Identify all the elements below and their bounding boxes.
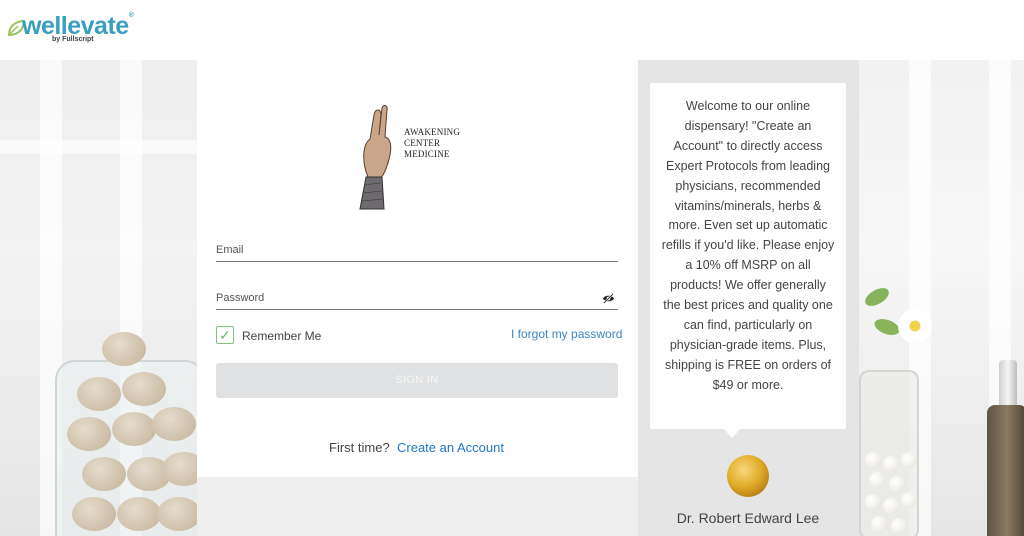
- hand-icon: [359, 105, 392, 210]
- password-label: Password: [216, 292, 265, 304]
- welcome-message-text: Welcome to our online dispensary! "Creat…: [661, 99, 835, 392]
- background-image-right: [859, 60, 1024, 536]
- login-panel-footer: [197, 477, 638, 536]
- pill-jar: [55, 332, 197, 536]
- email-label: Email: [216, 244, 244, 256]
- bottle: [987, 405, 1024, 536]
- checkmark-icon: ✓: [219, 327, 231, 343]
- top-bar: wellevate® by Fullscript: [0, 0, 1024, 60]
- wellevate-logo[interactable]: wellevate® by Fullscript: [6, 10, 136, 50]
- background-image-left: [0, 60, 197, 536]
- remember-me-checkbox[interactable]: ✓: [216, 326, 234, 344]
- first-time-text: First time?: [329, 440, 390, 455]
- password-field[interactable]: Password: [216, 286, 618, 310]
- doctor-name: Dr. Robert Edward Lee: [676, 510, 820, 526]
- email-field[interactable]: Email: [216, 238, 618, 262]
- bubble-tail: [723, 428, 741, 438]
- capsule-jar: [859, 370, 919, 536]
- create-account-link[interactable]: Create an Account: [397, 440, 504, 455]
- logo-tagline: by Fullscript: [52, 36, 94, 43]
- remember-me-label[interactable]: Remember Me: [242, 329, 321, 343]
- sign-in-button[interactable]: SIGN IN: [216, 363, 618, 398]
- eye-slash-icon[interactable]: [602, 293, 615, 304]
- flower: [901, 312, 929, 340]
- forgot-password-link[interactable]: I forgot my password: [511, 327, 622, 341]
- doctor-avatar: [727, 455, 769, 497]
- clinic-name: AWAKENING CENTER MEDICINE: [404, 127, 461, 159]
